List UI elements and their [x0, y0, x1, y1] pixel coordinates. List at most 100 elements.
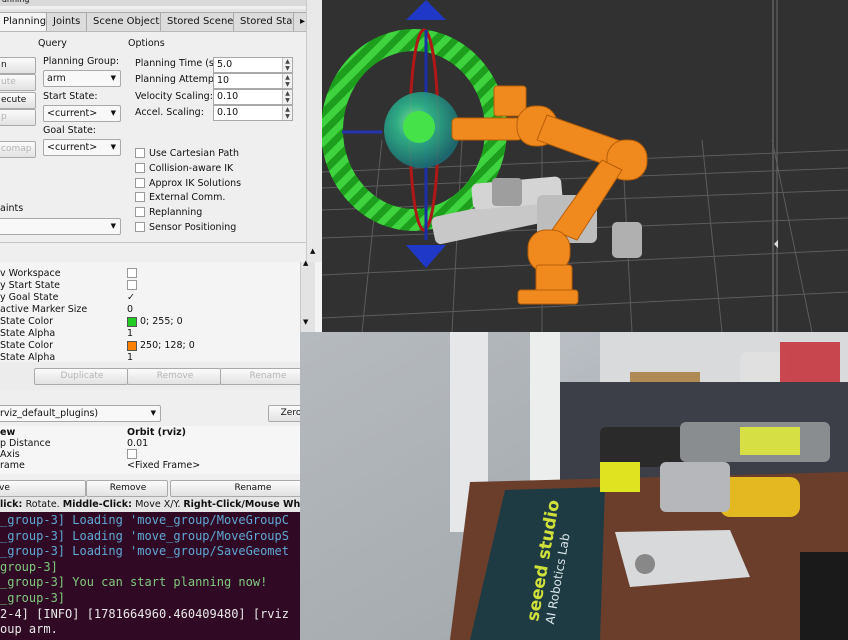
status-bar: lick: Rotate. Middle-Click: Move X/Y. Ri… — [0, 497, 300, 512]
prop-marker-size: active Marker Size 0 — [0, 304, 300, 316]
view-type-value: rviz_default_plugins) — [0, 408, 99, 419]
stop-button[interactable]: p — [0, 109, 36, 126]
spin-arrows-icon[interactable]: ▲ ▼ — [282, 74, 292, 88]
prop-checkbox-checked[interactable]: ✓ — [127, 292, 135, 304]
checkbox-label: Sensor Positioning — [149, 222, 237, 233]
prop-checkbox[interactable] — [127, 280, 137, 290]
tab-planning[interactable]: Planning — [0, 12, 48, 31]
velocity-scaling-label: Velocity Scaling: — [135, 91, 213, 102]
status-segment: Move X/Y. — [135, 499, 184, 510]
clear-octomap-button[interactable]: comap — [0, 141, 36, 158]
chevron-down-icon: ▼ — [110, 109, 116, 117]
terminal-line: group-3] — [0, 559, 58, 574]
color-swatch[interactable] — [127, 316, 137, 327]
path-constraints-select[interactable]: ▼ — [0, 218, 121, 235]
terminal-line: _group-3] Loading 'move_group/MoveGroupC — [0, 513, 289, 527]
tab-scene-objects[interactable]: Scene Objects — [86, 12, 172, 31]
start-state-select[interactable]: <current> ▼ — [43, 105, 121, 122]
checkbox-label: Use Cartesian Path — [149, 148, 240, 159]
status-segment: lick: — [0, 499, 26, 510]
terminal-line: _group-3] Loading 'move_group/MoveGroupS — [0, 528, 289, 543]
accel-scaling-label: Accel. Scaling: — [135, 107, 204, 118]
prop-label: ew — [0, 427, 16, 438]
start-state-value: <current> — [47, 108, 98, 119]
tab-stored-states[interactable]: Stored Stat — [233, 12, 297, 31]
terminal-line: 2-4] [INFO] [1781664960.460409480] [rviz — [0, 606, 289, 621]
tab-joints[interactable]: Joints — [46, 12, 88, 31]
planning-group-label: Planning Group: — [43, 56, 120, 67]
terminal-line: _group-3] — [0, 591, 66, 605]
viewport-border — [772, 0, 774, 332]
planning-group-select[interactable]: arm ▼ — [43, 70, 121, 87]
duplicate-button[interactable]: Duplicate — [34, 368, 128, 385]
display-buttons-row: Duplicate Remove Rename — [0, 362, 314, 390]
save-view-button[interactable]: ve — [0, 480, 86, 497]
prop-label: Axis — [0, 449, 20, 460]
rviz-3d-viewport[interactable] — [322, 0, 848, 332]
prop-label: State Color — [0, 340, 53, 351]
accel-scaling-value: 0.10 — [217, 107, 239, 118]
scroll-down-icon[interactable]: ▼ — [303, 318, 308, 326]
prop-label: State Color — [0, 316, 53, 327]
external-comm-checkbox[interactable]: External Comm. — [135, 191, 226, 203]
terminal: _group-3] Loading 'move_group/MoveGroupC… — [0, 512, 300, 640]
camera-photo: seeed studio AI Robotics Lab — [300, 332, 848, 640]
remove-view-button[interactable]: Remove — [86, 480, 168, 497]
view-prop-frame: rame <Fixed Frame> — [0, 460, 300, 472]
prop-value[interactable]: 0 — [127, 304, 133, 316]
view-type-select[interactable]: rviz_default_plugins) ▼ — [0, 405, 161, 422]
prop-checkbox[interactable] — [127, 449, 137, 459]
terminal-line: _group-3] You can start planning now! — [0, 575, 268, 590]
status-segment: Middle-Click: — [62, 499, 136, 510]
prop-query-goal-state: y Goal State ✓ — [0, 292, 300, 304]
start-state-label: Start State: — [43, 91, 98, 102]
prop-checkbox[interactable] — [127, 268, 137, 278]
views-panel: rviz_default_plugins) ▼ Zero ew Orbit (rvi… — [0, 390, 334, 497]
approx-ik-checkbox[interactable]: Approx IK Solutions — [135, 177, 242, 189]
planning-time-value: 5.0 — [217, 59, 233, 70]
spin-arrows-icon[interactable]: ▲ ▼ — [282, 90, 292, 104]
execute-button[interactable]: ute — [0, 74, 36, 91]
planning-time-label: Planning Time (s): — [135, 58, 221, 69]
spin-arrows-icon[interactable]: ▲ ▼ — [282, 58, 292, 72]
goal-state-value: <current> — [47, 142, 98, 153]
prop-value[interactable]: 1 — [127, 352, 133, 362]
query-label: Query — [38, 38, 67, 49]
checkbox-label: External Comm. — [149, 192, 226, 203]
terminal-line: oup arm. — [0, 622, 58, 637]
prop-goal-state-color: State Color 250; 128; 0 — [0, 340, 300, 352]
prop-label: rame — [0, 460, 25, 471]
planning-tabs: Planning Joints Scene Objects Stored Sce… — [0, 9, 322, 32]
planning-attempts-input[interactable]: 10 ▲ ▼ — [213, 73, 293, 89]
power-supply — [615, 530, 750, 587]
use-cartesian-checkbox[interactable]: Use Cartesian Path — [135, 147, 240, 159]
accel-scaling-input[interactable]: 0.10 ▲ ▼ — [213, 105, 293, 121]
panel-titlebar: anning — [0, 0, 322, 6]
scroll-up-icon[interactable]: ▲ — [310, 247, 317, 255]
plan-execute-button[interactable]: ecute — [0, 92, 36, 109]
spin-arrows-icon[interactable]: ▲ ▼ — [282, 106, 292, 120]
checkbox-label: Approx IK Solutions — [149, 178, 242, 189]
collision-aware-ik-checkbox[interactable]: Collision-aware IK — [135, 162, 234, 174]
prop-label: y Start State — [0, 280, 61, 291]
remove-button[interactable]: Remove — [127, 368, 221, 385]
velocity-scaling-input[interactable]: 0.10 ▲ ▼ — [213, 89, 293, 105]
lab-photo-render: seeed studio AI Robotics Lab — [300, 332, 848, 640]
plan-button[interactable]: n — [0, 57, 36, 74]
planning-time-input[interactable]: 5.0 ▲ ▼ — [213, 57, 293, 73]
velocity-scaling-value: 0.10 — [217, 91, 239, 102]
prop-value[interactable]: 0; 255; 0 — [140, 316, 183, 327]
scroll-up-icon[interactable]: ▲ — [303, 259, 308, 267]
goal-state-select[interactable]: <current> ▼ — [43, 139, 121, 156]
color-swatch[interactable] — [127, 340, 137, 351]
checkbox-label: Collision-aware IK — [149, 163, 234, 174]
replanning-checkbox[interactable]: Replanning — [135, 206, 202, 218]
prop-value[interactable]: <Fixed Frame> — [127, 460, 200, 472]
prop-value[interactable]: 250; 128; 0 — [140, 340, 195, 351]
sensor-positioning-checkbox[interactable]: Sensor Positioning — [135, 221, 237, 233]
prop-value[interactable]: 1 — [127, 328, 133, 340]
prop-goal-state-alpha: State Alpha 1 — [0, 352, 300, 362]
chevron-down-icon: ▼ — [150, 409, 156, 417]
prop-label: active Marker Size — [0, 304, 88, 315]
options-label: Options — [128, 38, 165, 49]
